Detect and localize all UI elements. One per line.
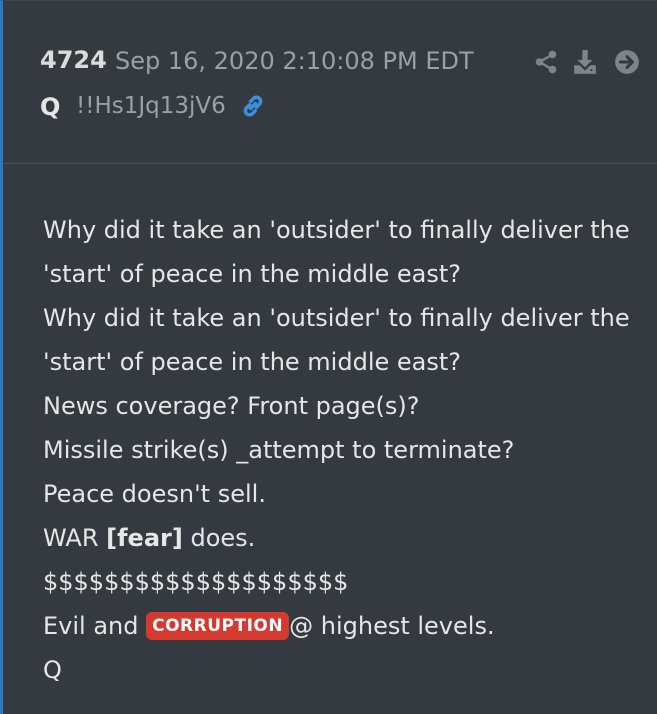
fear-bold-text: [fear] xyxy=(106,524,183,552)
post-line: 'start' of peace in the middle east? xyxy=(43,260,462,288)
evil-text: Evil and xyxy=(43,612,147,640)
download-icon[interactable] xyxy=(572,49,598,75)
post-line: Why did it take an 'outsider' to finally… xyxy=(43,216,630,244)
does-text: does. xyxy=(182,524,256,552)
post-line: Missile strike(s) _attempt to terminate? xyxy=(43,436,515,464)
arrow-circle-right-icon[interactable] xyxy=(614,49,640,75)
post-line: News coverage? Front page(s)? xyxy=(43,392,420,420)
post-line: Why did it take an 'outsider' to finally… xyxy=(43,304,630,332)
highest-levels-text: @ highest levels. xyxy=(289,612,495,640)
post-line: $$$$$$$$$$$$$$$$$$$$ xyxy=(43,568,349,596)
post-line-war: WAR [fear] does. xyxy=(43,516,643,560)
post-body: Why did it take an 'outsider' to finally… xyxy=(43,208,643,692)
post-author: Q xyxy=(40,93,61,121)
post-line: Peace doesn't sell. xyxy=(43,480,266,508)
post-signature: Q xyxy=(43,656,62,684)
post-header: 4724 Sep 16, 2020 2:10:08 PM EDT Q !!Hs1… xyxy=(3,1,657,164)
war-text: WAR xyxy=(43,524,107,552)
link-icon[interactable] xyxy=(239,92,267,120)
post-tripcode: !!Hs1Jq13jV6 xyxy=(76,93,226,119)
post-number[interactable]: 4724 xyxy=(40,46,107,74)
post-line: 'start' of peace in the middle east? xyxy=(43,348,462,376)
post-card: 4724 Sep 16, 2020 2:10:08 PM EDT Q !!Hs1… xyxy=(0,0,657,714)
corruption-badge: CORRUPTION xyxy=(146,612,290,640)
share-icon[interactable] xyxy=(533,49,559,75)
post-timestamp: Sep 16, 2020 2:10:08 PM EDT xyxy=(115,47,474,75)
post-line-evil: Evil and CORRUPTION @ highest levels. xyxy=(43,604,643,648)
